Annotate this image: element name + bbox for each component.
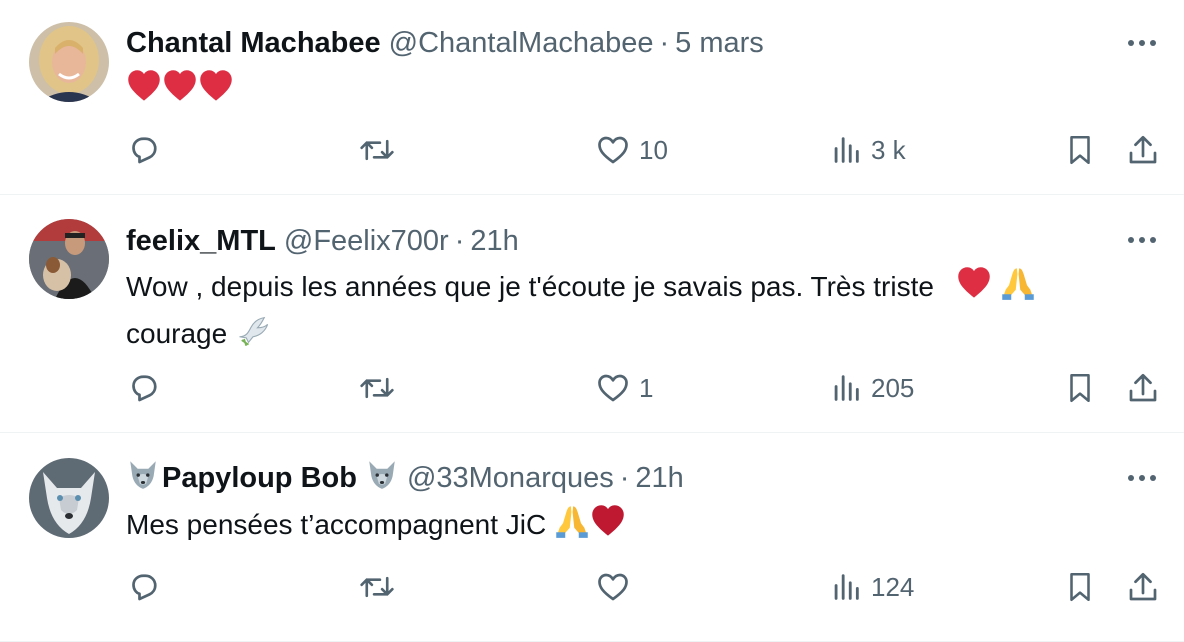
user-handle[interactable]: @33Monarques [407, 462, 614, 495]
heart-outline-icon [598, 573, 628, 601]
views-icon [834, 375, 859, 401]
views-count: 124 [871, 571, 915, 602]
share-icon [1129, 135, 1157, 164]
reply-button[interactable] [126, 366, 170, 410]
dove-emoji [235, 312, 271, 359]
separator-dot: · [454, 224, 465, 257]
heart-outline-icon [598, 136, 628, 164]
repost-button[interactable] [358, 366, 404, 410]
red-heart-emoji [956, 265, 992, 312]
repost-button[interactable] [358, 565, 404, 609]
heart-outline-icon [598, 374, 628, 402]
repost-icon [360, 377, 394, 399]
separator-dot: · [659, 26, 670, 59]
views-button[interactable]: 205 [829, 366, 914, 410]
tweet-text [126, 68, 234, 115]
display-name[interactable]: Papyloup Bob [162, 462, 357, 495]
red-heart-emoji [126, 68, 162, 115]
action-bar: 1 205 [0, 366, 1184, 410]
views-count: 205 [871, 372, 915, 403]
tweet[interactable]: Papyloup Bob @33Monarques · 21h Mes pens… [0, 433, 1184, 642]
bookmark-icon [1070, 135, 1090, 165]
reply-button[interactable] [126, 565, 170, 609]
avatar[interactable] [29, 22, 109, 102]
action-bar: 10 3 k [0, 128, 1184, 172]
red-heart-emoji [198, 68, 234, 115]
views-icon [834, 137, 859, 163]
like-button[interactable] [595, 565, 639, 609]
separator-dot: · [619, 461, 630, 494]
like-count: 1 [639, 372, 654, 403]
bookmark-button[interactable] [1063, 366, 1097, 410]
bookmark-icon [1070, 373, 1090, 403]
bookmark-button[interactable] [1063, 565, 1097, 609]
views-button[interactable]: 3 k [829, 128, 906, 172]
timestamp[interactable]: 5 mars [675, 27, 764, 60]
avatar[interactable] [29, 219, 109, 299]
tweet-text-line: Wow , depuis les années que je t'écoute … [126, 270, 934, 302]
action-bar: 124 [0, 565, 1184, 609]
red-heart-emoji [590, 503, 626, 550]
more-options-icon[interactable] [1124, 460, 1160, 496]
folded-hands-emoji [1000, 265, 1036, 312]
wolf-face-emoji [365, 457, 399, 499]
tweet-text: Mes pensées t’accompagnent JiC [126, 503, 626, 550]
share-button[interactable] [1125, 366, 1161, 410]
tweet-text-line: courage [126, 317, 228, 349]
like-count: 10 [639, 134, 668, 165]
views-count: 3 k [871, 134, 906, 165]
avatar[interactable] [29, 458, 109, 538]
tweet-text: Wow , depuis les années que je t'écoute … [126, 265, 1036, 359]
views-icon [834, 574, 859, 600]
like-button[interactable]: 1 [595, 366, 653, 410]
reply-button[interactable] [126, 128, 170, 172]
share-icon [1129, 373, 1157, 402]
bookmark-button[interactable] [1063, 128, 1097, 172]
wolf-face-emoji [126, 457, 160, 499]
reply-icon [132, 574, 157, 601]
reply-icon [132, 137, 157, 164]
more-options-icon[interactable] [1124, 25, 1160, 61]
repost-button[interactable] [358, 128, 404, 172]
bookmark-icon [1070, 572, 1090, 602]
share-button[interactable] [1125, 128, 1161, 172]
tweet[interactable]: feelix_MTL @Feelix700r · 21h Wow , depui… [0, 195, 1184, 433]
like-button[interactable]: 10 [595, 128, 668, 172]
share-button[interactable] [1125, 565, 1161, 609]
folded-hands-emoji [554, 503, 590, 550]
display-name[interactable]: Chantal Machabee [126, 27, 381, 60]
reply-icon [132, 375, 157, 402]
tweet[interactable]: Chantal Machabee @ChantalMachabee · 5 ma… [0, 0, 1184, 195]
share-icon [1129, 572, 1157, 601]
timestamp[interactable]: 21h [470, 225, 518, 258]
user-handle[interactable]: @Feelix700r [284, 225, 449, 258]
user-handle[interactable]: @ChantalMachabee [389, 27, 654, 60]
repost-icon [360, 576, 394, 598]
display-name[interactable]: feelix_MTL [126, 225, 276, 258]
timestamp[interactable]: 21h [635, 462, 683, 495]
tweet-text-line: Mes pensées t’accompagnent JiC [126, 508, 547, 540]
red-heart-emoji [162, 68, 198, 115]
views-button[interactable]: 124 [829, 565, 914, 609]
repost-icon [360, 139, 394, 161]
more-options-icon[interactable] [1124, 222, 1160, 258]
